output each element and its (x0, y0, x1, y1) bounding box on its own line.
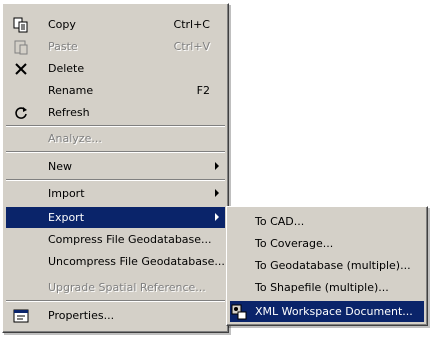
to-coverage-label: To Coverage... (255, 237, 334, 250)
refresh-icon (15, 107, 27, 119)
submenu-arrow-icon (215, 162, 219, 170)
menu-separator (6, 151, 225, 153)
menu-item-upgrade: Upgrade Spatial Reference... (6, 277, 225, 298)
menu-item-to-geodatabase[interactable]: To Geodatabase (multiple)... (230, 255, 424, 276)
paste-shortcut: Ctrl+V (173, 40, 210, 53)
rename-shortcut: F2 (196, 84, 210, 97)
xml-workspace-icon (231, 304, 247, 320)
refresh-label: Refresh (48, 106, 90, 119)
menu-item-xml-workspace[interactable]: XML Workspace Document... (230, 301, 424, 322)
analyze-label: Analyze... (48, 132, 102, 145)
upgrade-label: Upgrade Spatial Reference... (48, 281, 206, 294)
delete-label: Delete (48, 62, 85, 75)
rename-label: Rename (48, 84, 94, 97)
to-shapefile-label: To Shapefile (multiple)... (255, 281, 389, 294)
delete-icon (15, 63, 27, 75)
menu-item-import[interactable]: Import (6, 183, 225, 204)
menu-item-rename[interactable]: Rename F2 (6, 80, 225, 101)
properties-label: Properties... (48, 309, 115, 322)
menu-item-to-coverage[interactable]: To Coverage... (230, 233, 424, 254)
menu-item-to-cad[interactable]: To CAD... (230, 211, 424, 232)
menu-item-export[interactable]: Export (6, 207, 225, 228)
copy-icon (13, 17, 28, 33)
to-cad-label: To CAD... (255, 215, 305, 228)
new-label: New (48, 160, 72, 173)
copy-label: Copy (48, 18, 76, 31)
menu-item-refresh[interactable]: Refresh (6, 102, 225, 123)
uncompress-label: Uncompress File Geodatabase... (48, 255, 225, 268)
menu-item-to-shapefile[interactable]: To Shapefile (multiple)... (230, 277, 424, 298)
menu-item-delete[interactable]: Delete (6, 58, 225, 79)
copy-shortcut: Ctrl+C (173, 18, 210, 31)
menu-item-copy[interactable]: Copy Ctrl+C (6, 14, 225, 35)
submenu-arrow-icon (215, 213, 219, 221)
xml-workspace-label: XML Workspace Document... (255, 305, 413, 318)
compress-label: Compress File Geodatabase... (48, 233, 212, 246)
export-submenu: To CAD... To Coverage... To Geodatabase … (226, 206, 428, 326)
paste-icon (14, 40, 28, 55)
menu-separator (6, 125, 225, 127)
paste-label: Paste (48, 40, 78, 53)
properties-icon (13, 309, 29, 323)
menu-item-paste: Paste Ctrl+V (6, 36, 225, 57)
menu-item-uncompress[interactable]: Uncompress File Geodatabase... (6, 251, 225, 272)
menu-item-compress[interactable]: Compress File Geodatabase... (6, 229, 225, 250)
menu-separator (6, 179, 225, 181)
import-label: Import (48, 187, 85, 200)
context-menu: Copy Ctrl+C Paste Ctrl+V Delete Rename F… (2, 3, 229, 333)
submenu-arrow-icon (215, 189, 219, 197)
menu-item-properties[interactable]: Properties... (6, 305, 225, 326)
menu-separator (6, 300, 225, 302)
menu-item-new[interactable]: New (6, 156, 225, 177)
menu-item-analyze: Analyze... (6, 128, 225, 149)
export-label: Export (48, 211, 85, 224)
to-geodatabase-label: To Geodatabase (multiple)... (255, 259, 411, 272)
